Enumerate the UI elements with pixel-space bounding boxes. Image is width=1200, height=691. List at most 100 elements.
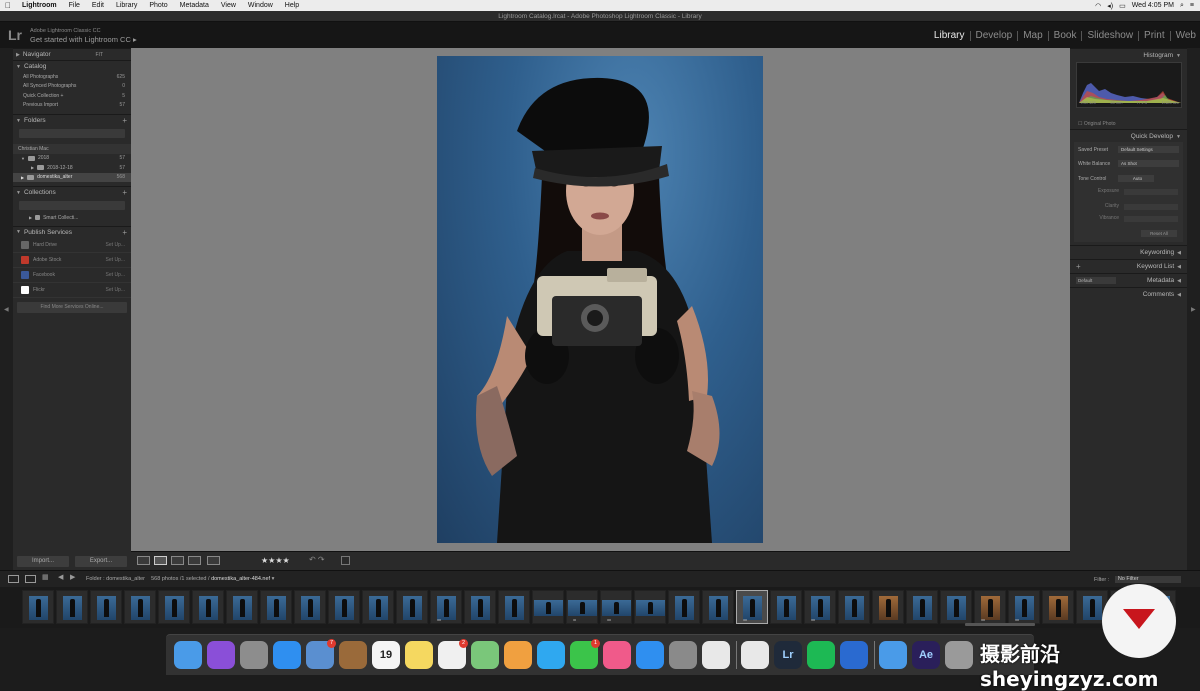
notes-icon[interactable] — [405, 641, 433, 669]
trash-icon[interactable] — [945, 641, 973, 669]
menu-app[interactable]: Lightroom — [16, 2, 63, 9]
module-web[interactable]: Web — [1171, 31, 1200, 41]
publish-service-facebook[interactable]: Facebook Set Up... — [13, 268, 131, 283]
add-keyword-icon[interactable]: + — [1076, 260, 1081, 274]
filmstrip-thumb[interactable] — [22, 590, 54, 624]
slideshow-button[interactable] — [341, 556, 350, 565]
add-collection-icon[interactable]: + — [122, 188, 127, 197]
filmstrip-thumb[interactable] — [362, 590, 394, 624]
histogram-header[interactable]: Histogram ▼ — [1070, 48, 1187, 62]
keywording-header[interactable]: Keywording ◀ — [1070, 245, 1187, 259]
loupe-view[interactable] — [131, 48, 1070, 551]
selected-photo[interactable] — [437, 56, 763, 543]
add-folder-icon[interactable]: + — [122, 116, 127, 125]
second-window-icon[interactable] — [25, 575, 36, 583]
notefile-icon[interactable] — [339, 641, 367, 669]
export-button[interactable]: Export... — [75, 556, 127, 567]
system-preferences-icon[interactable] — [669, 641, 697, 669]
publish-setup-link[interactable]: Set Up... — [106, 242, 125, 248]
apple-menu-icon[interactable]:  — [0, 1, 16, 10]
loupe-view-button[interactable] — [154, 556, 167, 565]
rotate-icons[interactable]: ↶ ↷ — [309, 555, 325, 564]
menu-view[interactable]: View — [215, 2, 242, 9]
filmstrip-scrollbar[interactable] — [965, 623, 1035, 626]
white-balance-select[interactable]: As Shot — [1118, 160, 1179, 167]
get-started-link[interactable]: Get started with Lightroom CC ▸ — [30, 35, 137, 44]
catalog-item[interactable]: Quick Collection + 5 — [13, 91, 131, 101]
spotify-icon[interactable] — [807, 641, 835, 669]
filmstrip-thumb[interactable]: •••• — [430, 590, 462, 624]
menu-edit[interactable]: Edit — [86, 2, 110, 9]
catalog-item[interactable]: All Photographs 625 — [13, 72, 131, 82]
folder-row-selected[interactable]: ▶ domestika_alter 568 — [13, 172, 131, 182]
filmstrip-thumb[interactable] — [226, 590, 258, 624]
metadata-header[interactable]: Default Metadata ◀ — [1070, 273, 1187, 287]
quick-develop-header[interactable]: Quick Develop ▼ — [1070, 129, 1187, 143]
comments-header[interactable]: Comments ◀ — [1070, 287, 1187, 301]
finder-icon[interactable] — [174, 641, 202, 669]
filmstrip-thumb-selected[interactable]: •••• — [736, 590, 768, 624]
module-map[interactable]: Map — [1018, 31, 1049, 41]
filmstrip-thumb[interactable] — [498, 590, 530, 624]
metadata-preset-select[interactable]: Default — [1076, 277, 1116, 284]
rating-stars[interactable]: ★★★★ — [261, 556, 290, 565]
messages-icon[interactable] — [537, 641, 565, 669]
module-develop[interactable]: Develop — [971, 31, 1019, 41]
filmstrip-thumb[interactable] — [634, 590, 666, 624]
filmstrip-thumb[interactable]: ••• — [566, 590, 598, 624]
filmstrip-thumb[interactable]: •••• — [804, 590, 836, 624]
module-book[interactable]: Book — [1049, 31, 1083, 41]
catalog-item[interactable]: All Synced Photographs 0 — [13, 82, 131, 92]
after-effects-icon[interactable]: Ae — [912, 641, 940, 669]
filmstrip-thumb[interactable] — [328, 590, 360, 624]
clarity-buttons[interactable] — [1124, 204, 1178, 210]
menu-help[interactable]: Help — [279, 2, 305, 9]
volume-row[interactable]: Christian Mac — [13, 144, 131, 154]
scrivener-icon[interactable] — [702, 641, 730, 669]
survey-view-button[interactable] — [188, 556, 201, 565]
filmstrip-thumb[interactable] — [158, 590, 190, 624]
siri-icon[interactable] — [207, 641, 235, 669]
filmstrip-thumb[interactable] — [532, 590, 564, 624]
collections-header[interactable]: ▼ Collections + — [13, 186, 131, 198]
filmstrip-thumb[interactable] — [56, 590, 88, 624]
filmstrip-thumb[interactable] — [192, 590, 224, 624]
safari-icon[interactable] — [273, 641, 301, 669]
filmstrip-thumb[interactable] — [940, 590, 972, 624]
wifi-icon[interactable]: ◠ — [1095, 2, 1101, 10]
filmstrip-thumb[interactable]: •••• — [974, 590, 1006, 624]
spotlight-icon[interactable]: ⌕ — [1180, 2, 1184, 10]
compare-view-button[interactable] — [171, 556, 184, 565]
back-arrow-icon[interactable]: ◀ — [58, 573, 69, 581]
maps-icon[interactable] — [471, 641, 499, 669]
add-publish-service-icon[interactable]: + — [122, 228, 127, 237]
app-store-icon[interactable] — [636, 641, 664, 669]
histogram[interactable]: ISO 125 35 mm f / 2.5 1/125 sec — [1076, 62, 1182, 108]
right-panel-edge[interactable]: ▶ — [1187, 48, 1200, 570]
module-library[interactable]: Library — [929, 31, 971, 41]
lightroom-icon[interactable]: Lr — [774, 641, 802, 669]
grid-icon[interactable]: ▦ — [42, 573, 53, 581]
filmstrip-thumb[interactable] — [124, 590, 156, 624]
original-photo-checkbox[interactable]: ☐ Original Photo — [1078, 121, 1116, 127]
menu-file[interactable]: File — [63, 2, 86, 9]
filmstrip-thumb[interactable] — [294, 590, 326, 624]
reminders-icon[interactable]: 2 — [438, 639, 468, 669]
collapse-right-icon[interactable]: ▶ — [1191, 306, 1196, 313]
battery-icon[interactable]: ▭ — [1119, 2, 1126, 10]
module-slideshow[interactable]: Slideshow — [1082, 31, 1140, 41]
filmstrip-thumb[interactable] — [396, 590, 428, 624]
publish-services-header[interactable]: ▼ Publish Services + — [13, 225, 131, 238]
module-print[interactable]: Print — [1139, 31, 1171, 41]
saved-preset-select[interactable]: Default Settings — [1118, 146, 1179, 153]
folders-header[interactable]: ▼ Folders + — [13, 114, 131, 126]
menubar-clock[interactable]: Wed 4:05 PM — [1132, 2, 1174, 9]
tone-auto-button[interactable]: Auto — [1118, 175, 1154, 182]
find-more-services-button[interactable]: Find More Services Online... — [17, 301, 127, 313]
mail-icon[interactable]: 7 — [306, 639, 336, 669]
filmstrip[interactable]: •••• ••• •••• •••• •••• •••• •••• — [0, 587, 1200, 628]
vibrance-buttons[interactable] — [1124, 216, 1178, 222]
grid-view-button[interactable] — [137, 556, 150, 565]
publish-setup-link[interactable]: Set Up... — [106, 257, 125, 263]
downloads-folder-icon[interactable] — [879, 641, 907, 669]
